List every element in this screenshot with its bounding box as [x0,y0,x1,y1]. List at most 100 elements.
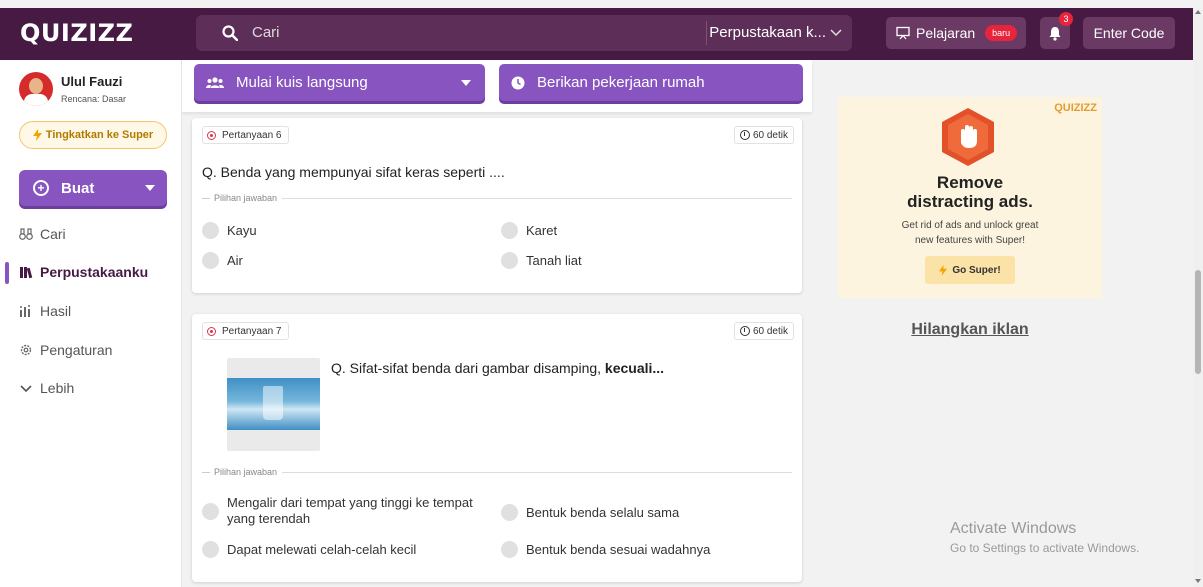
answer-choice-label: Tanah liat [526,252,582,268]
answer-choice[interactable]: Tanah liat [501,252,582,269]
caret-down-icon [461,80,471,86]
sidebar-item-library[interactable]: Perpustakaanku [19,262,148,282]
sidebar-item-label: Pengaturan [40,342,113,358]
sidebar-item-label: Hasil [40,303,72,319]
search-input[interactable]: Cari [252,24,280,41]
answer-choice[interactable]: Bentuk benda sesuai wadahnya [501,541,710,558]
quizizz-logo[interactable]: QUIZIZZ [20,19,133,47]
answer-choice-label: Mengalir dari tempat yang tinggi ke temp… [227,495,473,526]
ad-title-line2: distracting ads. [907,192,1033,211]
binoculars-icon [19,228,33,240]
radio-icon [202,502,219,520]
question-type-icon [207,326,216,336]
clock-icon [739,326,750,336]
search-scope-label: Perpustakaan k... [709,24,826,41]
answer-choice-label: Karet [526,222,558,238]
sidebar-item-more[interactable]: Lebih [19,378,74,398]
answer-choice-label: Dapat melewati celah-celah kecil [227,541,417,557]
books-icon [20,267,33,279]
answer-choice-label: Air [227,252,243,268]
bell-icon [1049,26,1061,41]
page-scrollbar[interactable] [1193,8,1203,587]
divider-dash [202,471,210,473]
user-plan: Rencana: Dasar [61,94,127,104]
pelajaran-label: Pelajaran [916,25,976,41]
sidebar-item-label: Cari [40,226,66,242]
top-navigation-bar: QUIZIZZ Cari Perpustakaan k... Pelajaran… [0,8,1193,60]
radio-icon [501,504,518,521]
ad-title-line1: Remove [936,173,1004,192]
divider-dash [202,197,210,199]
answer-choice[interactable]: Dapat melewati celah-celah kecil [202,541,416,558]
lightning-icon [939,264,948,276]
stop-hand-icon [942,108,994,166]
choices-divider: Pilihan jawaban [202,466,792,478]
answer-choice[interactable]: Air [202,252,243,269]
radio-icon [501,252,518,269]
radio-icon [202,541,219,558]
caret-down-icon [145,185,155,191]
question-time-tag: 60 detik [733,126,794,144]
create-button[interactable]: + Buat [19,170,167,206]
assign-homework-button[interactable]: Berikan pekerjaan rumah [499,64,803,101]
pelajaran-button[interactable]: Pelajaran baru [886,17,1026,49]
question-text-emphasis: kecuali... [604,360,665,376]
assign-homework-label: Berikan pekerjaan rumah [537,74,705,91]
question-time: 60 detik [752,325,788,337]
search-scope-dropdown[interactable]: Perpustakaan k... [709,24,842,41]
enter-code-button[interactable]: Enter Code [1083,17,1175,49]
answer-choice-label: Bentuk benda selalu sama [526,504,680,520]
search-bar[interactable]: Cari Perpustakaan k... [196,15,852,51]
answer-choice[interactable]: Bentuk benda selalu sama [501,504,679,521]
users-icon [206,76,224,88]
answer-choice-label: Kayu [227,222,257,238]
go-super-button[interactable]: Go Super! [925,256,1015,284]
plus-circle-icon: + [33,180,49,196]
search-icon [222,25,238,41]
activate-windows-watermark: Activate Windows Go to Settings to activ… [950,520,1139,555]
active-indicator [5,262,9,284]
start-live-quiz-button[interactable]: Mulai kuis langsung [194,64,485,101]
question-card-7[interactable]: Pertanyaan 7 60 detik Q. Sifat-sifat ben… [192,314,802,582]
search-divider [706,21,707,45]
question-text: Q. Benda yang mempunyai sifat keras sepe… [202,164,505,180]
answer-choice[interactable]: Karet [501,222,557,239]
upgrade-super-button[interactable]: Tingkatkan ke Super [19,121,167,149]
choices-label: Pilihan jawaban [214,467,278,477]
scroll-down-arrow-icon[interactable] [1195,579,1201,583]
answer-choice[interactable]: Mengalir dari tempat yang tinggi ke temp… [202,495,492,527]
question-type-icon [207,130,216,140]
question-number: Pertanyaan 6 [222,129,282,141]
chevron-down-icon [20,385,32,393]
answer-choice[interactable]: Kayu [202,222,257,239]
clock-icon [511,76,525,89]
question-text: Q. Sifat-sifat benda dari gambar disampi… [331,360,664,376]
glass-image [263,386,283,420]
avatar[interactable] [19,72,53,106]
watermark-title: Activate Windows [950,520,1077,537]
question-time: 60 detik [752,129,788,141]
gear-icon [20,344,32,356]
sidebar-item-label: Perpustakaanku [40,264,149,280]
notifications-button[interactable]: 3 [1040,12,1073,49]
avatar-body [24,94,48,106]
ad-banner[interactable]: QUIZIZZ Remove distracting ads. Get rid … [838,97,1102,298]
go-super-label: Go Super! [952,264,1001,276]
question-card-6[interactable]: Pertanyaan 6 60 detik Q. Benda yang memp… [192,118,802,293]
action-bar: Mulai kuis langsung Berikan pekerjaan ru… [182,60,812,112]
new-badge: baru [985,25,1018,41]
question-number-tag: Pertanyaan 7 [202,322,289,340]
upgrade-super-label: Tingkatkan ke Super [45,129,154,141]
remove-ads-link[interactable]: Hilangkan iklan [838,321,1102,339]
sidebar: Ulul Fauzi Rencana: Dasar Tingkatkan ke … [0,60,182,587]
question-text-main: Q. Sifat-sifat benda dari gambar disampi… [331,360,605,376]
question-image[interactable] [227,358,320,451]
question-number-tag: Pertanyaan 6 [202,126,289,144]
divider-line [282,197,792,199]
scrollbar-thumb[interactable] [1195,270,1201,374]
sidebar-item-search[interactable]: Cari [19,224,66,244]
sidebar-item-settings[interactable]: Pengaturan [19,340,112,360]
chevron-down-icon [830,28,842,36]
scroll-up-arrow-icon[interactable] [1195,10,1201,14]
sidebar-item-results[interactable]: Hasil [19,301,71,321]
